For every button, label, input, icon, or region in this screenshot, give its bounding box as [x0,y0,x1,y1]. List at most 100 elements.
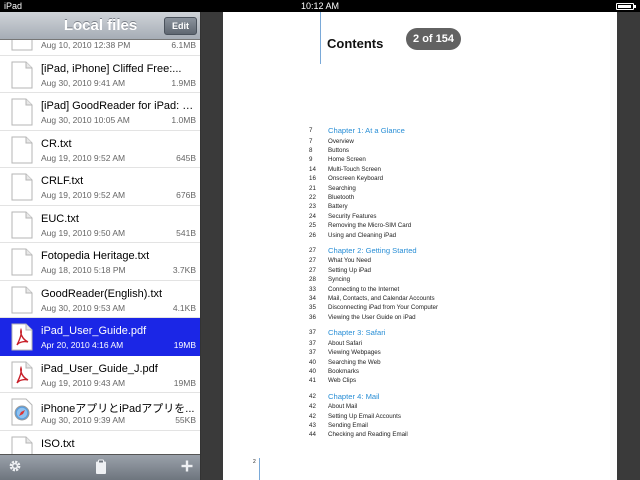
toc-entry[interactable]: 40 Searching the Web [309,358,589,367]
file-row[interactable]: Fotopedia Heritage.txt Aug 18, 2010 5:18 … [0,243,200,281]
toc-entry[interactable]: 26 Using and Cleaning iPad [309,231,589,240]
file-list[interactable]: Aug 10, 2010 12:38 PM 6.1MB [iPad, iPhone]… [0,40,200,466]
file-date: Aug 30, 2010 10:05 AM [41,115,130,125]
toc-page-number: 21 [309,184,316,192]
toc-entry[interactable]: 37 Viewing Webpages [309,348,589,357]
toc-entry[interactable]: 16 Onscreen Keyboard [309,174,589,183]
toc-entry[interactable]: 22 Bluetooth [309,193,589,202]
toc-chapter[interactable]: 42 Chapter 4: Mail [309,392,589,401]
toc-entry[interactable]: 14 Multi-Touch Screen [309,165,589,174]
toc-entry[interactable]: 35 Disconnecting iPad from Your Computer [309,303,589,312]
toc-page-number: 37 [309,329,316,337]
toc-title: Chapter 4: Mail [328,391,380,401]
toc-chapter[interactable]: 7 Chapter 1: At a Glance [309,126,589,135]
file-name: CRLF.txt [41,175,84,187]
toc-entry[interactable]: 34 Mail, Contacts, and Calendar Accounts [309,294,589,303]
toc-entry[interactable]: 37 About Safari [309,339,589,348]
toc-title: Sending Email [328,422,368,429]
toc-title: Chapter 2: Getting Started [328,245,417,255]
toc-entry[interactable]: 44 Checking and Reading Email [309,430,589,439]
toc-title: Setting Up iPad [328,266,371,274]
file-date: Aug 10, 2010 12:38 PM [41,40,131,50]
edit-button[interactable]: Edit [164,17,197,35]
battery-icon [616,3,636,10]
toc-entry[interactable]: 42 Setting Up Email Accounts [309,412,589,421]
file-size: 645B [176,152,196,163]
toc-title: Disconnecting iPad from Your Computer [328,304,439,312]
toc-entry[interactable]: 43 Sending Email [309,421,589,430]
contents-heading: Contents [327,36,384,51]
toc-entry[interactable]: 21 Searching [309,184,589,193]
status-time: 10:12 AM [300,1,340,11]
toc-page-number: 28 [309,276,316,284]
toc-title: About Mail [328,403,358,411]
toc-entry[interactable]: 42 About Mail [309,402,589,411]
toc-entry[interactable]: 27 What You Need [309,256,589,265]
footer-rule [259,458,260,480]
file-row[interactable]: CRLF.txt Aug 19, 2010 9:52 AM 676B [0,168,200,206]
toc-page-number: 40 [309,367,316,375]
toc-page-number: 44 [309,431,316,439]
toc-entry[interactable]: 41 Web Clips [309,376,589,385]
document-icon [10,211,34,239]
toc-page-number: 8 [309,146,313,154]
file-row[interactable]: GoodReader(English).txt Aug 30, 2010 9:53… [0,280,200,318]
toc-page-number: 37 [309,339,316,347]
file-row[interactable]: iPhoneアプリとiPadアプリを... Aug 30, 2010 9:39 A… [0,393,200,431]
toc-page-number: 41 [309,377,316,385]
plus-icon[interactable] [178,459,196,477]
file-date: Aug 19, 2010 9:50 AM [41,227,126,238]
file-row[interactable]: iPad_User_Guide.pdf Apr 20, 2010 4:16 AM 1… [0,318,200,356]
file-row[interactable]: CR.txt Aug 19, 2010 9:52 AM 645B [0,130,200,168]
toc-title: Bluetooth [328,193,355,201]
document-icon [10,61,34,89]
file-row[interactable]: EUC.txt Aug 19, 2010 9:50 AM 541B [0,205,200,243]
file-row[interactable]: [iPad] GoodReader for iPad: tr... Aug 30,… [0,93,200,131]
pdf-page[interactable]: Contents 7 Chapter 1: At a Glance 7 Overvie… [223,12,617,480]
toc-entry[interactable]: 9 Home Screen [309,155,589,164]
toc-page-number: 27 [309,246,316,254]
gear-icon[interactable] [6,459,24,477]
toc-page-number: 9 [309,156,313,164]
file-date: Aug 18, 2010 5:18 PM [41,265,126,275]
page-rule [320,12,321,64]
toc-entry[interactable]: 27 Setting Up iPad [309,266,589,275]
file-size: 19MB [173,340,196,350]
document-viewer[interactable]: Contents 7 Chapter 1: At a Glance 7 Overvie… [201,12,640,480]
toc-page-number: 16 [309,175,316,183]
file-sidebar: Local files Edit Aug 10, 2010 12:38 PM 6.… [0,12,201,480]
clipboard-icon[interactable] [92,459,110,477]
toc-title: What You Need [328,257,371,265]
toc-entry[interactable]: 25 Removing the Micro-SIM Card [309,221,589,230]
toc-title: Web Clips [328,377,357,385]
file-date: Aug 19, 2010 9:52 AM [41,190,126,200]
toc-page-number: 40 [309,358,316,366]
toc-page-number: 27 [309,257,316,265]
file-row[interactable]: [iPad, iPhone] Cliffed Free:... Aug 30, 2… [0,55,200,93]
document-icon [10,286,34,314]
toc-chapter[interactable]: 37 Chapter 3: Safari [309,328,589,337]
toc-entry[interactable]: 40 Bookmarks [309,367,589,376]
toc-entry[interactable]: 33 Connecting to the Internet [309,285,589,294]
file-row[interactable]: Aug 10, 2010 12:38 PM 6.1MB [0,40,200,56]
pdf-icon [10,323,34,351]
file-date: Aug 19, 2010 9:52 AM [41,152,126,163]
file-name: CR.txt [41,137,72,150]
file-name: Fotopedia Heritage.txt [41,250,150,262]
file-name: [iPad, iPhone] Cliffed Free:... [41,62,182,75]
toc-entry[interactable]: 23 Battery [309,202,589,211]
toc-entry[interactable]: 28 Syncing [309,275,589,284]
toc-title: Viewing the User Guide on iPad [328,313,416,321]
file-name: iPad_User_Guide_J.pdf [41,362,158,375]
toc-page-number: 33 [309,285,316,293]
toc-title: Viewing Webpages [328,349,381,357]
toc-title: Checking and Reading Email [328,431,408,439]
toc-title: Searching [328,184,356,192]
toc-chapter[interactable]: 27 Chapter 2: Getting Started [309,246,589,255]
file-row[interactable]: iPad_User_Guide_J.pdf Aug 19, 2010 9:43 A… [0,355,200,393]
toc-entry[interactable]: 36 Viewing the User Guide on iPad [309,313,589,322]
toc-entry[interactable]: 7 Overview [309,137,589,146]
toc-entry[interactable]: 8 Buttons [309,146,589,155]
toc-entry[interactable]: 24 Security Features [309,212,589,221]
file-size: 541B [176,227,196,238]
